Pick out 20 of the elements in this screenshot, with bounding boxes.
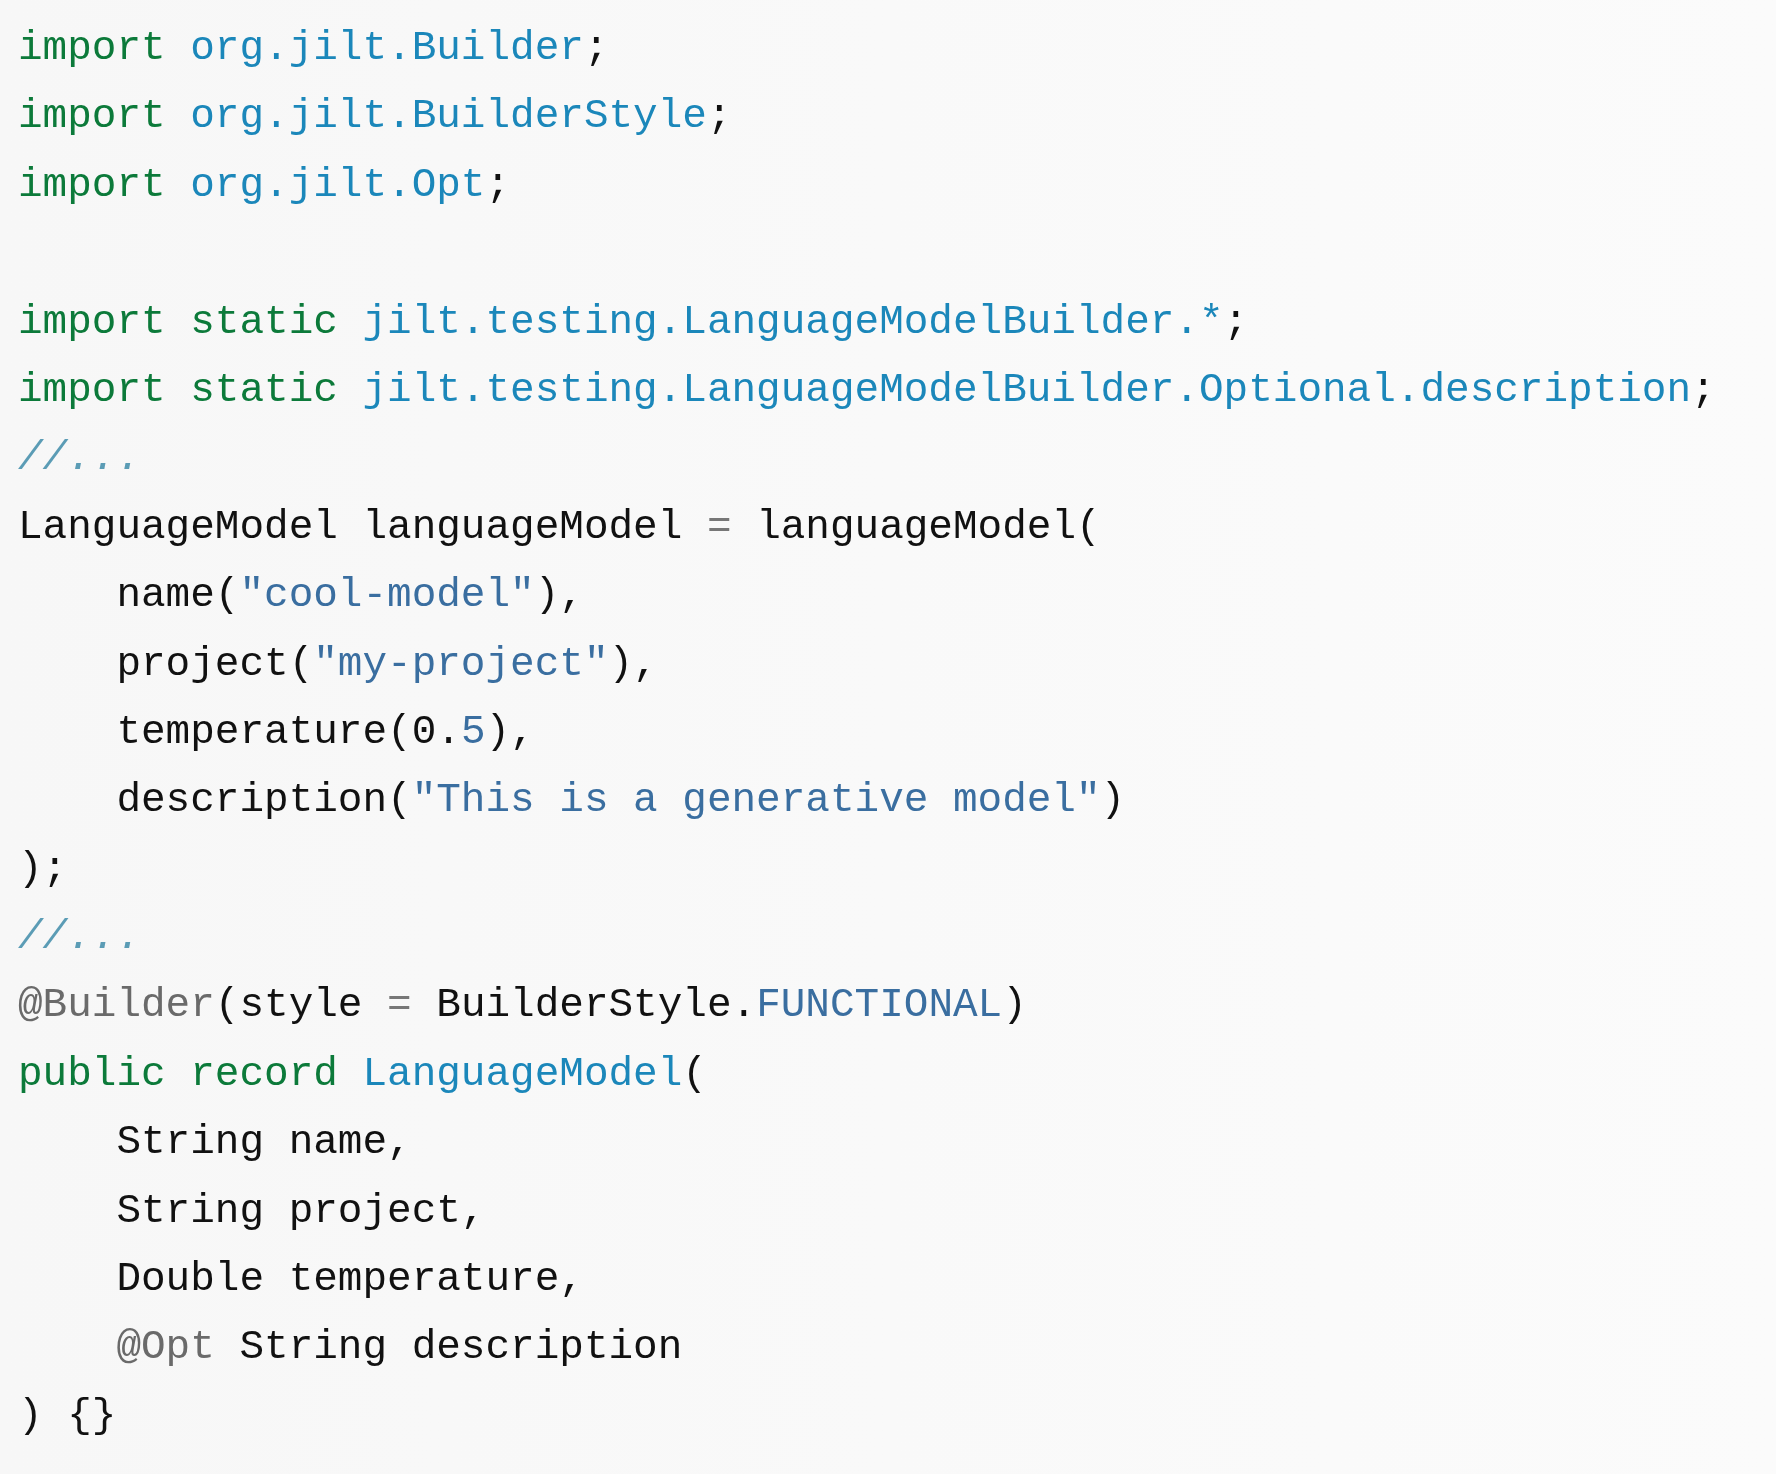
code-line: //... [18, 913, 142, 963]
code-line: import static jilt.testing.LanguageModelBuilder.Optional.description; [18, 365, 1716, 415]
code-line: description("This is a generative model") [116, 776, 1126, 826]
code-line: import static jilt.testing.LanguageModelBuilder.*; [18, 297, 1249, 347]
code-line: String project, [116, 1186, 486, 1236]
code-line: project("my-project"), [116, 639, 658, 689]
code-line: Double temperature, [116, 1255, 584, 1305]
code-line: public record LanguageModel( [18, 1049, 707, 1099]
code-line: ); [18, 844, 68, 894]
code-line: @Opt String description [116, 1323, 683, 1373]
code-line: ) {} [18, 1391, 117, 1441]
code-line: @Builder(style = BuilderStyle.FUNCTIONAL) [18, 981, 1027, 1031]
code-line: //... [18, 434, 142, 484]
code-line: LanguageModel languageModel = languageModel( [18, 502, 1101, 552]
code-line: import org.jilt.Opt; [18, 160, 511, 210]
code-line: String name, [116, 1118, 412, 1168]
code-line: name("cool-model"), [116, 571, 584, 621]
code-line: temperature(0.5), [116, 707, 535, 757]
code-line: import org.jilt.BuilderStyle; [18, 92, 732, 142]
code-line: import org.jilt.Builder; [18, 24, 609, 73]
